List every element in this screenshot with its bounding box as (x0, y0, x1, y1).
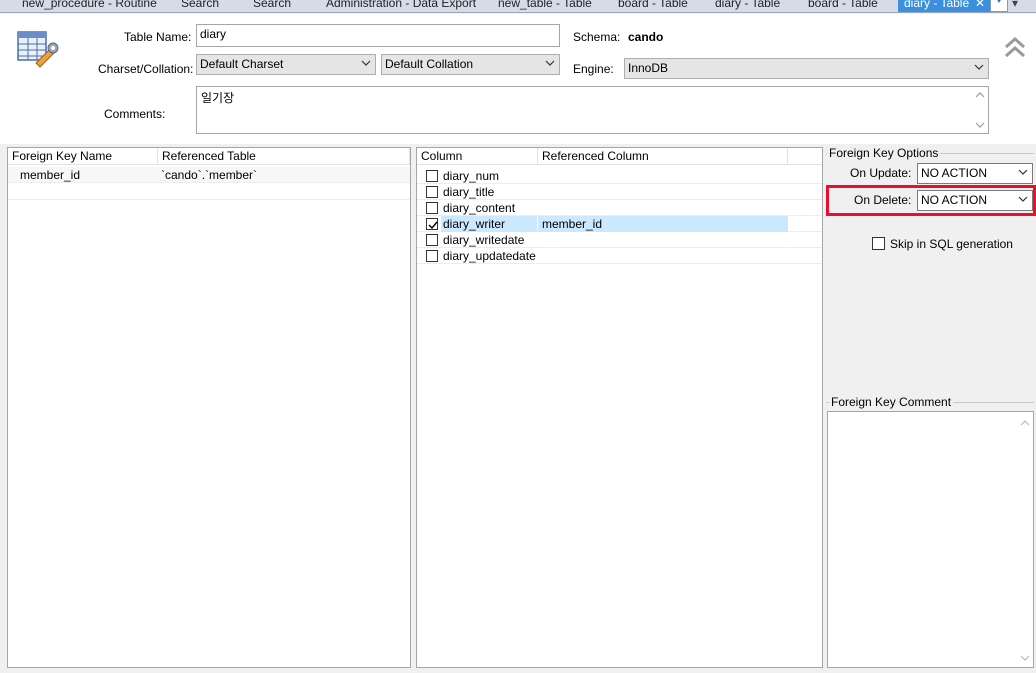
foreign-key-list-panel: Foreign Key Name Referenced Table member… (7, 147, 411, 668)
column-map-header: Column Referenced Column (417, 148, 822, 165)
column-name-cell: diary_writer (441, 216, 537, 232)
fk-options-title: Foreign Key Options (827, 146, 941, 160)
scroll-up-icon[interactable] (1020, 418, 1030, 428)
collation-value: Default Collation (385, 57, 474, 71)
fk-name-column-header[interactable]: Foreign Key Name (8, 148, 158, 165)
on-delete-select[interactable]: NO ACTION (917, 190, 1033, 211)
skip-sql-checkbox[interactable] (872, 237, 885, 250)
tab-overflow-icon[interactable]: ▾ (1012, 0, 1018, 12)
on-delete-value: NO ACTION (921, 193, 988, 207)
column-name-cell: diary_updatedate (443, 249, 536, 263)
column-checkbox[interactable] (426, 186, 438, 198)
charset-value: Default Charset (200, 57, 284, 71)
chevron-down-icon (1018, 196, 1028, 202)
comments-scrollbar[interactable] (972, 87, 988, 133)
chevron-down-icon (1018, 169, 1028, 175)
column-row-diary-updatedate[interactable]: diary_updatedate (417, 248, 822, 264)
referenced-table-cell[interactable]: `cando`.`member` (161, 167, 257, 183)
column-row-diary-content[interactable]: diary_content (417, 200, 822, 216)
referenced-column-header[interactable]: Referenced Column (538, 148, 788, 165)
table-header-section: Table Name: diary Schema: cando Charset/… (0, 14, 1036, 144)
comments-textarea[interactable]: 일기장 (196, 86, 989, 134)
column-name-cell: diary_writedate (443, 233, 525, 247)
skip-sql-label: Skip in SQL generation (890, 237, 1013, 251)
comments-value: 일기장 (201, 91, 235, 105)
column-name-cell: diary_title (443, 185, 495, 199)
tab-search-2[interactable]: Search (253, 0, 291, 12)
referenced-table-column-header[interactable]: Referenced Table (158, 148, 410, 165)
tab-board-1[interactable]: board - Table (618, 0, 688, 12)
collation-select[interactable]: Default Collation (381, 54, 560, 75)
table-edit-icon (16, 29, 60, 69)
scroll-down-icon[interactable] (1020, 653, 1030, 663)
chevron-down-icon (974, 64, 984, 70)
on-update-label: On Update: (850, 166, 912, 180)
scroll-down-icon[interactable] (975, 120, 985, 130)
column-checkbox[interactable] (426, 250, 438, 262)
column-name-cell: diary_content (443, 201, 516, 215)
column-checkbox[interactable] (426, 234, 438, 246)
engine-select[interactable]: InnoDB (624, 58, 989, 79)
fk-comment-title: Foreign Key Comment (829, 395, 954, 409)
on-update-value: NO ACTION (921, 166, 988, 180)
charset-select[interactable]: Default Charset (196, 54, 376, 75)
referenced-column-cell[interactable]: member_id (538, 216, 788, 232)
engine-value: InnoDB (628, 61, 669, 75)
fk-list-empty-row[interactable] (8, 184, 410, 200)
on-update-select[interactable]: NO ACTION (917, 163, 1033, 184)
column-checkbox-checked[interactable] (426, 218, 438, 230)
fk-comment-scrollbar[interactable] (1017, 412, 1033, 667)
column-name-cell: diary_num (443, 169, 500, 183)
comments-label: Comments: (104, 107, 166, 121)
tab-strip: new_procedure - Routine Search Search Ad… (0, 0, 1036, 13)
scroll-up-icon[interactable] (975, 90, 985, 100)
tab-diary-1[interactable]: diary - Table (715, 0, 780, 12)
close-tab-icon[interactable]: ✕ (975, 0, 985, 12)
fk-comment-textarea[interactable] (827, 411, 1034, 668)
tab-new-table[interactable]: new_table - Table (498, 0, 592, 12)
table-name-input[interactable]: diary (196, 24, 560, 47)
table-name-label: Table Name: (124, 30, 192, 44)
column-mapping-panel: Column Referenced Column diary_num diary… (416, 147, 823, 668)
on-delete-label: On Delete: (854, 193, 912, 207)
tab-data-export[interactable]: Administration - Data Export (326, 0, 476, 12)
tab-new-procedure[interactable]: new_procedure - Routine (22, 0, 157, 12)
column-row-diary-num[interactable]: diary_num (417, 168, 822, 184)
fk-list-row[interactable]: member_id `cando`.`member` (8, 167, 410, 183)
chevron-down-icon (545, 60, 555, 66)
column-row-diary-writer[interactable]: diary_writer member_id (417, 216, 822, 232)
checkmark-icon (428, 221, 438, 230)
schema-value: cando (628, 30, 664, 44)
schema-label: Schema: (573, 30, 621, 44)
fk-name-cell[interactable]: member_id (20, 167, 80, 183)
column-column-header[interactable]: Column (417, 148, 538, 165)
fk-list-header: Foreign Key Name Referenced Table (8, 148, 410, 165)
charset-label: Charset/Collation: (98, 62, 194, 76)
column-checkbox[interactable] (426, 202, 438, 214)
chevron-down-icon (361, 60, 371, 66)
collapse-header-icon[interactable] (1004, 36, 1026, 60)
tab-board-2[interactable]: board - Table (808, 0, 878, 12)
tab-search-1[interactable]: Search (181, 0, 219, 12)
column-checkbox[interactable] (426, 170, 438, 182)
column-row-diary-writedate[interactable]: diary_writedate (417, 232, 822, 248)
tab-list-icon[interactable] (990, 0, 1008, 12)
engine-label: Engine: (573, 62, 614, 76)
column-row-diary-title[interactable]: diary_title (417, 184, 822, 200)
